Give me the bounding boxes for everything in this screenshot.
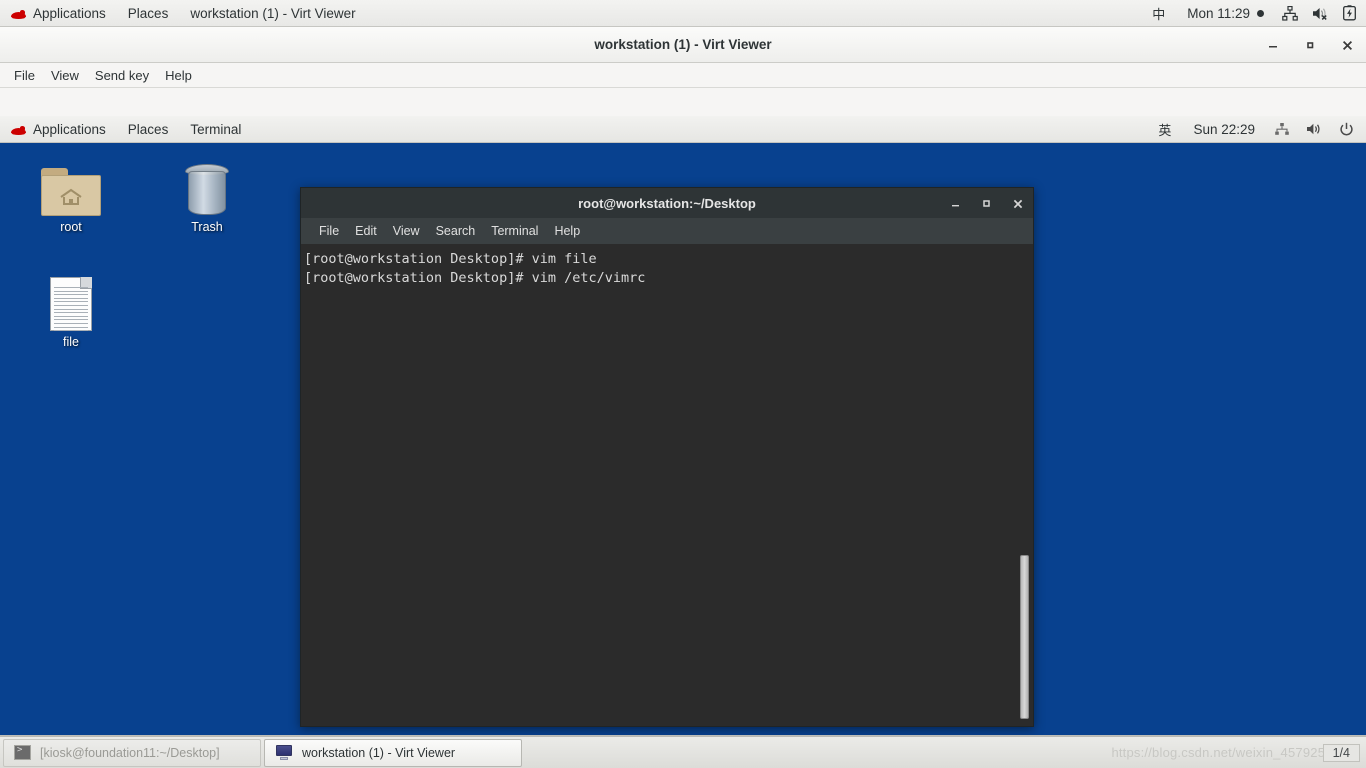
text-file-icon bbox=[25, 273, 117, 332]
vv-menu-file[interactable]: File bbox=[6, 63, 43, 88]
host-ime-indicator[interactable]: 中 bbox=[1141, 0, 1176, 27]
battery-icon-svg bbox=[1343, 5, 1356, 21]
guest-volume-icon[interactable] bbox=[1298, 116, 1331, 143]
guest-terminal-menu[interactable]: Terminal bbox=[179, 116, 252, 143]
guest-applications-label: Applications bbox=[33, 121, 106, 137]
terminal-menu-file[interactable]: File bbox=[311, 218, 347, 244]
redhat-logo-icon bbox=[11, 123, 26, 136]
terminal-scrollbar[interactable] bbox=[1018, 244, 1031, 726]
network-icon-svg bbox=[1275, 123, 1289, 135]
host-battery-icon[interactable] bbox=[1336, 0, 1366, 27]
terminal-menu-search[interactable]: Search bbox=[428, 218, 484, 244]
network-icon-svg bbox=[1282, 5, 1298, 21]
host-places-menu[interactable]: Places bbox=[117, 0, 180, 27]
volume-muted-icon-svg bbox=[1313, 7, 1327, 20]
host-volume-muted-icon[interactable] bbox=[1305, 0, 1336, 27]
vv-menu-view[interactable]: View bbox=[43, 63, 87, 88]
host-taskbar-button-virt-viewer[interactable]: workstation (1) - Virt Viewer bbox=[264, 738, 522, 767]
terminal-minimize-button[interactable] bbox=[948, 196, 963, 211]
home-glyph-icon bbox=[60, 188, 82, 205]
vv-menu-help[interactable]: Help bbox=[157, 63, 200, 88]
guest-top-panel: Applications Places Terminal 英 Sun 22:29 bbox=[0, 116, 1366, 143]
host-workspace-indicator[interactable]: 1/4 bbox=[1322, 744, 1360, 762]
guest-places-menu[interactable]: Places bbox=[117, 116, 180, 143]
host-taskbar: [kiosk@foundation11:~/Desktop] workstati… bbox=[0, 736, 1366, 768]
virt-viewer-maximize-button[interactable] bbox=[1301, 36, 1319, 54]
maximize-icon bbox=[1307, 42, 1314, 49]
guest-desktop-area[interactable]: root Trash file root@workstation:~/Deskt… bbox=[0, 143, 1366, 735]
terminal-menu-edit[interactable]: Edit bbox=[347, 218, 385, 244]
desktop-icon-trash-label: Trash bbox=[191, 220, 223, 234]
host-taskbar-button-kiosk-terminal-label: [kiosk@foundation11:~/Desktop] bbox=[40, 745, 220, 760]
close-icon bbox=[1342, 40, 1352, 50]
virt-viewer-window-controls bbox=[1264, 27, 1356, 63]
minimize-icon bbox=[952, 205, 959, 207]
terminal-icon bbox=[14, 745, 31, 760]
vv-menu-send-key[interactable]: Send key bbox=[87, 63, 157, 88]
guest-clock[interactable]: Sun 22:29 bbox=[1182, 116, 1266, 143]
terminal-output-area[interactable]: [root@workstation Desktop]# vim file [ro… bbox=[300, 244, 1034, 727]
display-icon bbox=[275, 745, 293, 760]
guest-network-icon[interactable] bbox=[1266, 116, 1298, 143]
virt-viewer-close-button[interactable] bbox=[1338, 36, 1356, 54]
guest-power-icon[interactable] bbox=[1331, 116, 1366, 143]
host-taskbar-button-kiosk-terminal[interactable]: [kiosk@foundation11:~/Desktop] bbox=[3, 738, 261, 767]
guest-ime-indicator[interactable]: 英 bbox=[1147, 116, 1182, 143]
terminal-window-controls bbox=[948, 188, 1025, 219]
close-icon bbox=[1013, 199, 1022, 208]
host-clock-label: Mon 11:29 bbox=[1187, 5, 1250, 21]
terminal-maximize-button[interactable] bbox=[979, 196, 994, 211]
host-applications-label: Applications bbox=[33, 5, 106, 21]
host-notification-dot bbox=[1257, 9, 1264, 17]
minimize-icon bbox=[1269, 46, 1277, 48]
terminal-menubar: File Edit View Search Terminal Help bbox=[300, 218, 1034, 244]
virt-viewer-title: workstation (1) - Virt Viewer bbox=[594, 37, 772, 52]
virt-viewer-titlebar[interactable]: workstation (1) - Virt Viewer bbox=[0, 27, 1366, 63]
terminal-menu-view[interactable]: View bbox=[385, 218, 428, 244]
host-clock[interactable]: Mon 11:29 bbox=[1176, 0, 1275, 27]
terminal-window: root@workstation:~/Desktop File Edit Vie… bbox=[300, 187, 1034, 727]
terminal-line: [root@workstation Desktop]# vim /etc/vim… bbox=[304, 269, 646, 286]
guest-vm-screen: Applications Places Terminal 英 Sun 22:29 bbox=[0, 116, 1366, 763]
host-applications-menu[interactable]: Applications bbox=[0, 0, 117, 27]
host-top-panel: Applications Places workstation (1) - Vi… bbox=[0, 0, 1366, 27]
desktop-icon-trash[interactable]: Trash bbox=[161, 158, 253, 234]
host-taskbar-button-virt-viewer-label: workstation (1) - Virt Viewer bbox=[302, 745, 456, 760]
desktop-icon-root-label: root bbox=[60, 220, 82, 234]
virt-viewer-minimize-button[interactable] bbox=[1264, 36, 1282, 54]
terminal-menu-help[interactable]: Help bbox=[546, 218, 588, 244]
virt-viewer-window: workstation (1) - Virt Viewer File View … bbox=[0, 27, 1366, 763]
terminal-menu-terminal[interactable]: Terminal bbox=[483, 218, 546, 244]
desktop-icon-file[interactable]: file bbox=[25, 273, 117, 349]
trash-icon bbox=[161, 158, 253, 216]
terminal-line: [root@workstation Desktop]# vim file bbox=[304, 251, 597, 267]
virt-viewer-menubar: File View Send key Help bbox=[0, 63, 1366, 88]
terminal-title: root@workstation:~/Desktop bbox=[578, 195, 756, 211]
terminal-scrollbar-thumb[interactable] bbox=[1020, 555, 1029, 719]
maximize-icon bbox=[983, 200, 990, 207]
guest-applications-menu[interactable]: Applications bbox=[0, 116, 117, 143]
redhat-logo-icon bbox=[11, 7, 26, 20]
power-icon-svg bbox=[1340, 122, 1353, 135]
csdn-watermark: https://blog.csdn.net/weixin_45792518 bbox=[1111, 745, 1340, 760]
terminal-titlebar[interactable]: root@workstation:~/Desktop bbox=[300, 187, 1034, 218]
host-network-icon[interactable] bbox=[1275, 0, 1305, 27]
volume-icon-svg bbox=[1307, 123, 1320, 135]
desktop-icon-root[interactable]: root bbox=[25, 158, 117, 234]
desktop-icon-file-label: file bbox=[63, 335, 79, 349]
terminal-close-button[interactable] bbox=[1010, 196, 1025, 211]
host-window-title[interactable]: workstation (1) - Virt Viewer bbox=[179, 0, 366, 27]
home-folder-icon bbox=[25, 158, 117, 216]
